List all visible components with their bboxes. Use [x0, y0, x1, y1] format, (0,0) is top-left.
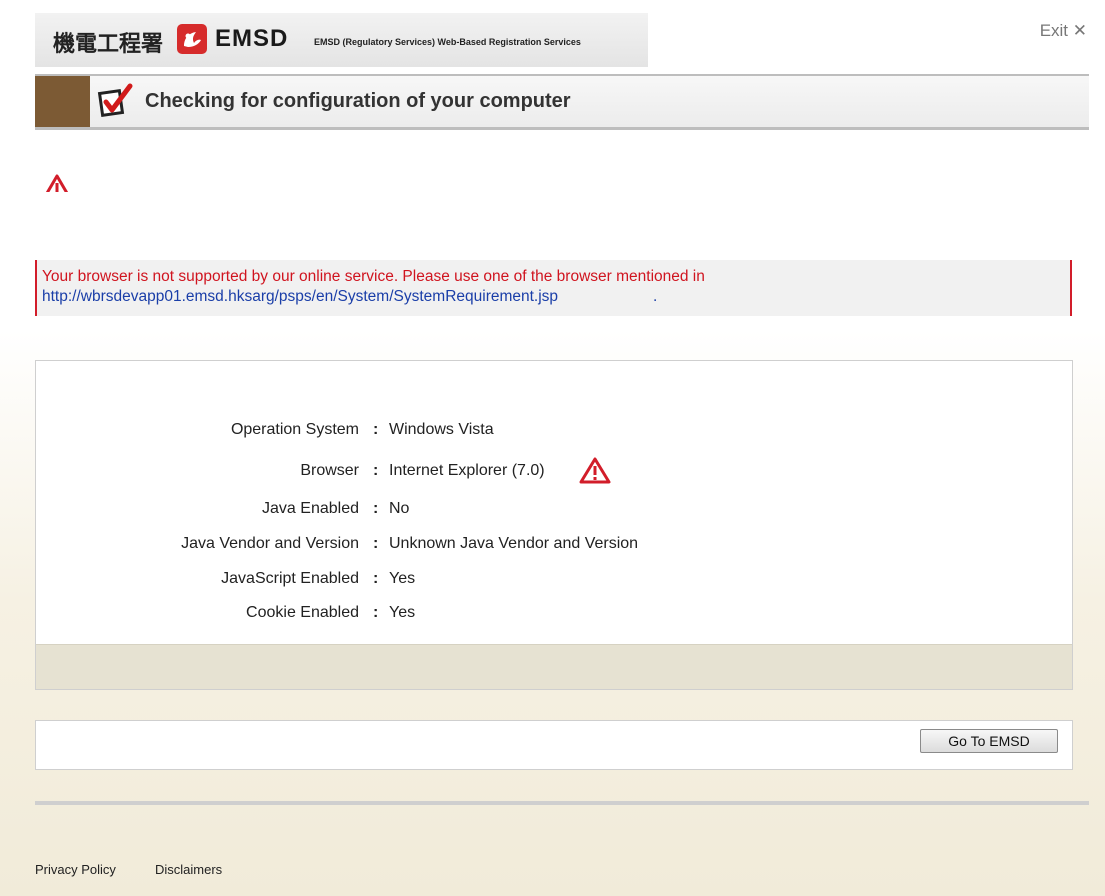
page-title: Checking for configuration of your compu… [145, 90, 571, 112]
checkbox-tick-icon [97, 82, 135, 120]
config-separator: : [373, 462, 379, 479]
config-value: No [389, 500, 410, 517]
config-label: Browser [300, 462, 359, 479]
configuration-panel: Operation System : Windows Vista Browser… [35, 360, 1073, 690]
config-row-java-vendor: Java Vendor and Version : Unknown Java V… [36, 535, 1072, 557]
header-banner: 機電工程署 EMSD EMSD (Regulatory Services) We… [35, 13, 648, 67]
error-message-text: Your browser is not supported by our onl… [42, 268, 705, 285]
config-panel-footer [36, 644, 1072, 689]
warning-triangle-icon [579, 456, 611, 489]
divider [35, 801, 1089, 805]
config-separator: : [373, 570, 379, 587]
config-value: Internet Explorer (7.0) [389, 462, 545, 479]
error-period: . [653, 288, 658, 305]
config-row-javascript-enabled: JavaScript Enabled : Yes [36, 570, 1072, 592]
config-value: Windows Vista [389, 421, 494, 438]
logo-emsd-text: EMSD [215, 25, 289, 52]
config-label: JavaScript Enabled [221, 570, 359, 587]
config-row-java-enabled: Java Enabled : No [36, 500, 1072, 522]
warning-triangle-icon [40, 170, 74, 192]
config-value: Yes [389, 570, 416, 587]
title-accent-block [35, 76, 90, 127]
config-separator: : [373, 500, 379, 517]
config-row-browser: Browser : Internet Explorer (7.0) [36, 457, 1072, 484]
config-separator: : [373, 604, 379, 621]
action-bar: Go To EMSD [35, 720, 1073, 770]
go-to-emsd-button[interactable]: Go To EMSD [920, 729, 1058, 753]
site-subtitle: EMSD (Regulatory Services) Web-Based Reg… [314, 37, 581, 47]
logo-chinese-text: 機電工程署 [53, 32, 164, 57]
config-row-operation-system: Operation System : Windows Vista [36, 421, 1072, 443]
exit-link[interactable]: Exit ✕ [1040, 21, 1087, 41]
config-row-cookie-enabled: Cookie Enabled : Yes [36, 604, 1072, 626]
error-message-box: Your browser is not supported by our onl… [35, 260, 1072, 316]
config-label: Java Enabled [262, 500, 359, 517]
emsd-logo-icon [177, 24, 207, 54]
system-requirement-link[interactable]: http://wbrsdevapp01.emsd.hksarg/psps/en/… [42, 288, 558, 306]
config-label: Cookie Enabled [246, 604, 359, 621]
config-label: Java Vendor and Version [181, 535, 359, 552]
privacy-policy-link[interactable]: Privacy Policy [35, 862, 116, 877]
config-separator: : [373, 421, 379, 438]
config-value: Yes [389, 604, 416, 621]
disclaimers-link[interactable]: Disclaimers [155, 862, 222, 877]
config-value: Unknown Java Vendor and Version [389, 535, 639, 552]
config-separator: : [373, 535, 379, 552]
config-label: Operation System [230, 421, 359, 438]
title-bar: Checking for configuration of your compu… [35, 74, 1089, 130]
